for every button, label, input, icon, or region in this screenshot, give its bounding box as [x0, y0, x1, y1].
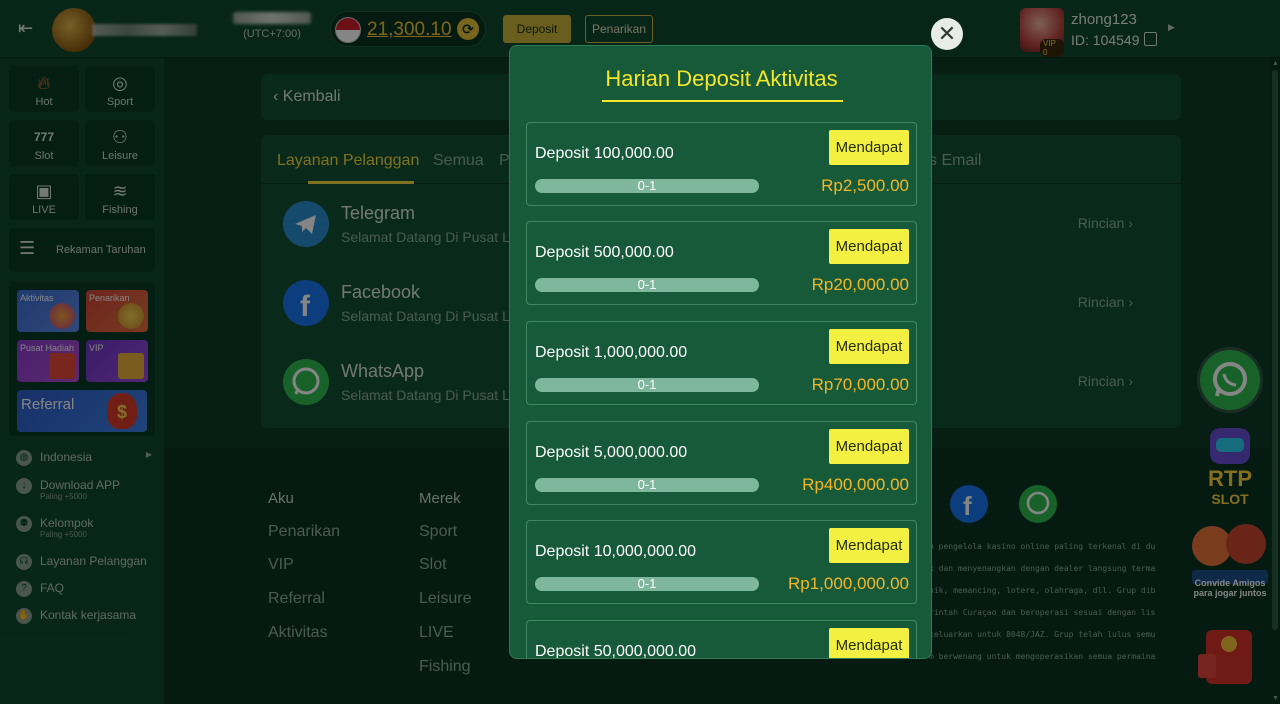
claim-button[interactable]: Mendapat: [829, 429, 909, 464]
close-icon[interactable]: ✕: [931, 18, 963, 50]
deposit-tier-card: Deposit 10,000,000.00 Mendapat 0-1 Rp1,0…: [526, 520, 917, 604]
deposit-tier-card: Deposit 500,000.00 Mendapat 0-1 Rp20,000…: [526, 221, 917, 305]
tier-title: Deposit 10,000,000.00: [535, 543, 697, 560]
tier-title: Deposit 1,000,000.00: [535, 344, 688, 361]
tier-title: Deposit 100,000.00: [535, 145, 674, 162]
tier-reward: Rp70,000.00: [811, 375, 909, 394]
progress-bar: 0-1: [535, 478, 759, 492]
progress-bar: 0-1: [535, 577, 759, 591]
claim-button[interactable]: Mendapat: [829, 329, 909, 364]
claim-button[interactable]: Mendapat: [829, 628, 909, 658]
deposit-tier-card: Deposit 50,000,000.00 Mendapat 0-1: [526, 620, 917, 659]
title-underline: [602, 100, 843, 102]
modal-title: Harian Deposit Aktivitas: [605, 66, 838, 91]
tier-title: Deposit 5,000,000.00: [535, 444, 688, 461]
deposit-tier-card: Deposit 100,000.00 Mendapat 0-1 Rp2,500.…: [526, 122, 917, 206]
claim-button[interactable]: Mendapat: [829, 229, 909, 264]
deposit-tier-card: Deposit 5,000,000.00 Mendapat 0-1 Rp400,…: [526, 421, 917, 505]
tier-reward: Rp1,000,000.00: [788, 574, 909, 593]
daily-deposit-modal: Harian Deposit Aktivitas Deposit 100,000…: [509, 45, 932, 659]
tier-reward: Rp2,500.00: [821, 176, 909, 195]
tier-title: Deposit 500,000.00: [535, 244, 674, 261]
progress-bar: 0-1: [535, 179, 759, 193]
claim-button[interactable]: Mendapat: [829, 130, 909, 165]
claim-button[interactable]: Mendapat: [829, 528, 909, 563]
tier-reward: Rp20,000.00: [811, 275, 909, 294]
tier-reward: Rp400,000.00: [802, 475, 909, 494]
progress-bar: 0-1: [535, 278, 759, 292]
deposit-tier-card: Deposit 1,000,000.00 Mendapat 0-1 Rp70,0…: [526, 321, 917, 405]
progress-bar: 0-1: [535, 378, 759, 392]
tier-title: Deposit 50,000,000.00: [535, 643, 697, 659]
